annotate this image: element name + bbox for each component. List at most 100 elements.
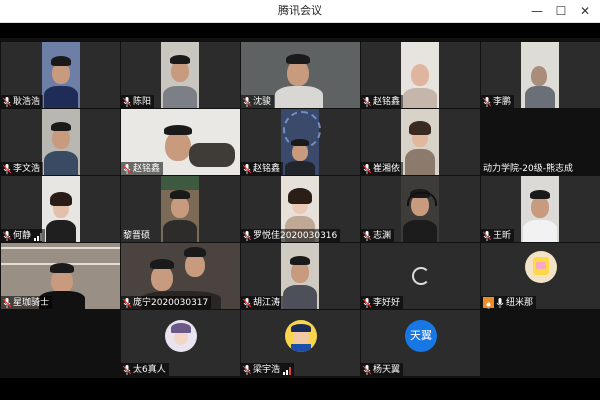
microphone-icon <box>496 297 504 308</box>
participant-tile[interactable]: 动力学院-20级-熊志成 <box>481 109 600 175</box>
nameplate: 赵铭鑫 <box>121 162 164 175</box>
participant-tile[interactable]: 庞宁2020030317 <box>121 243 240 309</box>
participant-name: 黎晋硕 <box>123 230 151 241</box>
participant-name: 赵铭鑫 <box>253 163 281 174</box>
participant-name: 沈骏 <box>253 96 272 107</box>
title-bar: 腾讯会议 — ☐ ✕ <box>0 0 600 23</box>
participant-video <box>521 176 559 242</box>
participant-name: 李文浩 <box>13 163 41 174</box>
maximize-button[interactable]: ☐ <box>550 0 572 22</box>
participant-name: 志渊 <box>373 230 392 241</box>
loading-spinner-icon <box>412 267 430 285</box>
participant-video <box>281 109 321 175</box>
participant-video <box>161 42 199 108</box>
nameplate: 何静 <box>1 229 46 242</box>
participant-tile[interactable]: 志渊 <box>361 176 480 242</box>
participant-video <box>401 176 439 242</box>
participant-name: 动力学院-20级-熊志成 <box>483 163 573 174</box>
microphone-icon <box>3 96 11 107</box>
nameplate: 李鹏 <box>481 95 515 108</box>
signal-strength-icon <box>283 360 292 376</box>
nameplate: 王昕 <box>481 229 515 242</box>
participant-video <box>42 176 80 242</box>
participant-tile[interactable]: 沈骏 <box>241 42 360 108</box>
microphone-icon <box>483 96 491 107</box>
user-avatar <box>165 320 197 352</box>
participant-video <box>281 243 319 309</box>
nameplate: 耿浩浩 <box>1 95 44 108</box>
close-button[interactable]: ✕ <box>574 0 596 22</box>
participant-tile[interactable]: 梁宇浩 <box>241 310 360 376</box>
participant-name: 赵铭鑫 <box>133 163 161 174</box>
microphone-icon <box>363 96 371 107</box>
user-avatar <box>285 320 317 352</box>
nameplate: 杨天翼 <box>361 363 404 376</box>
participant-name: 庞宁2020030317 <box>133 297 209 308</box>
nameplate: 胡江涛 <box>241 296 284 309</box>
participant-tile[interactable]: 胡江涛 <box>241 243 360 309</box>
nameplate: 陈阳 <box>121 95 155 108</box>
nameplate: 崔湘依 <box>361 162 404 175</box>
participant-name: 李好好 <box>373 297 401 308</box>
microphone-icon <box>363 163 371 174</box>
microphone-icon <box>363 364 371 375</box>
microphone-icon <box>3 297 11 308</box>
participant-video <box>521 42 559 108</box>
participant-video <box>401 109 439 175</box>
participant-tile[interactable]: 李文浩 <box>1 109 120 175</box>
participant-tile[interactable]: 星珈骑士 <box>1 243 120 309</box>
nameplate: 罗悦佳2020030316 <box>241 229 341 242</box>
participant-tile[interactable]: 赵铭鑫 <box>121 109 240 175</box>
participant-video <box>42 42 80 108</box>
text-avatar: 天翼 <box>405 320 437 352</box>
participant-tile[interactable]: 太6真人 <box>121 310 240 376</box>
microphone-icon <box>363 230 371 241</box>
participant-name: 崔湘依 <box>373 163 401 174</box>
nameplate: 李好好 <box>361 296 404 309</box>
participant-tile[interactable]: 纽米那 <box>481 243 600 309</box>
microphone-icon <box>123 364 131 375</box>
microphone-icon <box>3 163 11 174</box>
nameplate: 黎晋硕 <box>121 229 153 242</box>
participant-name: 纽米那 <box>506 297 534 308</box>
nameplate: 纽米那 <box>481 296 537 309</box>
participant-tile[interactable]: 崔湘依 <box>361 109 480 175</box>
participant-tile[interactable]: 赵铭鑫 <box>241 109 360 175</box>
participant-tile[interactable]: 李好好 <box>361 243 480 309</box>
nameplate: 赵铭鑫 <box>361 95 404 108</box>
nameplate: 梁宇浩 <box>241 360 295 376</box>
participant-name: 杨天翼 <box>373 364 401 375</box>
microphone-icon <box>243 364 251 375</box>
participant-tile[interactable]: 何静 <box>1 176 120 242</box>
participant-tile[interactable]: 耿浩浩 <box>1 42 120 108</box>
speaking-indicator-icon <box>483 297 494 309</box>
minimize-button[interactable]: — <box>526 0 548 22</box>
participant-name: 胡江涛 <box>253 297 281 308</box>
participant-name: 赵铭鑫 <box>373 96 401 107</box>
microphone-icon <box>123 96 131 107</box>
nameplate: 沈骏 <box>241 95 275 108</box>
participant-tile[interactable]: 天翼 杨天翼 <box>361 310 480 376</box>
microphone-icon <box>243 297 251 308</box>
participant-name: 耿浩浩 <box>13 96 41 107</box>
microphone-icon <box>243 96 251 107</box>
participant-video <box>401 42 439 108</box>
meeting-window: 腾讯会议 — ☐ ✕ 耿浩浩 陈阳 沈骏 赵铭鑫 李鹏 李文浩 赵铭鑫 赵铭鑫 … <box>0 0 600 400</box>
microphone-icon <box>123 297 131 308</box>
nameplate: 动力学院-20级-熊志成 <box>481 162 576 175</box>
participant-video <box>161 176 199 242</box>
video-grid: 耿浩浩 陈阳 沈骏 赵铭鑫 李鹏 李文浩 赵铭鑫 赵铭鑫 崔湘依 动力学院-20… <box>0 38 600 378</box>
participant-tile[interactable]: 李鹏 <box>481 42 600 108</box>
participant-tile[interactable]: 王昕 <box>481 176 600 242</box>
microphone-icon <box>243 230 251 241</box>
participant-name: 梁宇浩 <box>253 364 281 375</box>
participant-name: 王昕 <box>493 230 512 241</box>
participant-tile[interactable]: 赵铭鑫 <box>361 42 480 108</box>
participant-video <box>42 109 80 175</box>
microphone-icon <box>3 230 11 241</box>
participant-tile[interactable]: 陈阳 <box>121 42 240 108</box>
participant-tile[interactable]: 罗悦佳2020030316 <box>241 176 360 242</box>
nameplate: 李文浩 <box>1 162 44 175</box>
microphone-icon <box>483 230 491 241</box>
participant-tile[interactable]: 黎晋硕 <box>121 176 240 242</box>
